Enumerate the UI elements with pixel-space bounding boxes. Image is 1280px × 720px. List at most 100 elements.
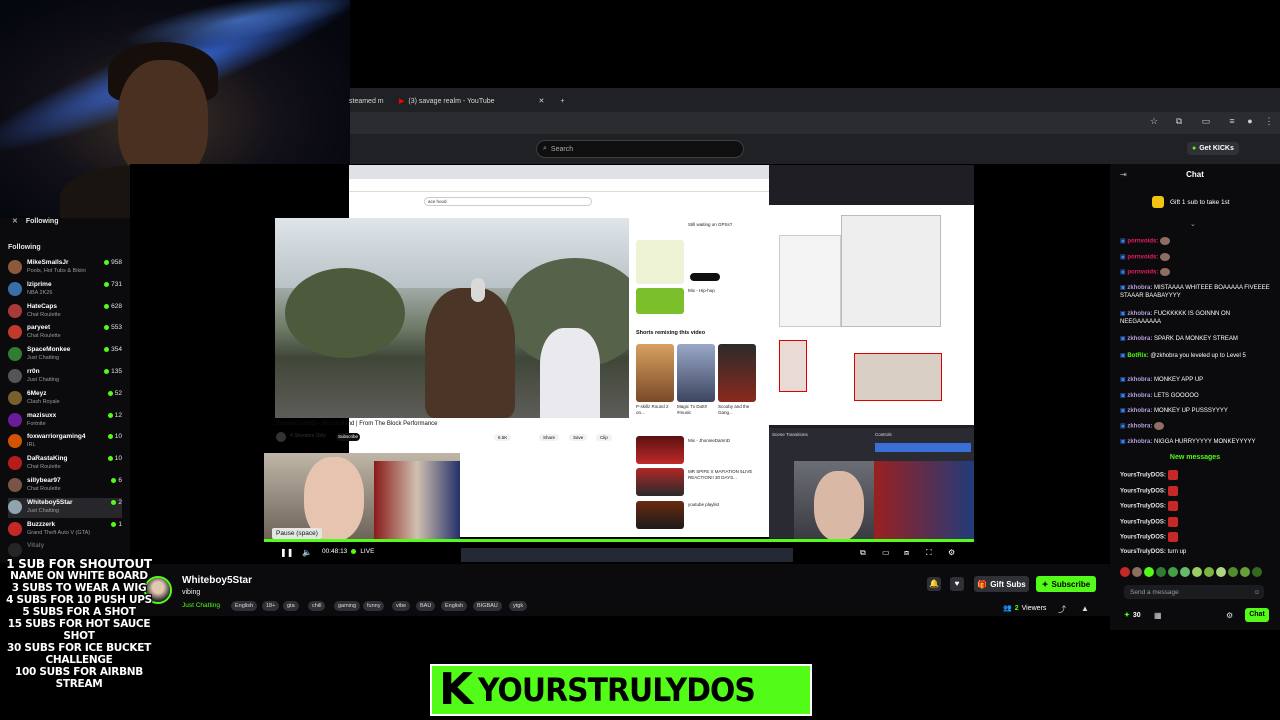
tag-pill[interactable]: funny — [363, 601, 385, 611]
stream-category[interactable]: Just Chatting — [182, 602, 220, 609]
emote-icon[interactable] — [1216, 567, 1226, 577]
chat-username[interactable]: zkhobra: — [1127, 393, 1152, 399]
sidebar-item[interactable]: rr0n Just Chatting 135 — [8, 367, 122, 387]
tag-pill[interactable]: gta — [283, 601, 299, 611]
browser-tab-youtube[interactable]: ▶ (3) savage realm - YouTube ✕ + — [399, 94, 564, 108]
tag-pill[interactable]: BAU — [416, 601, 436, 611]
emote-icon[interactable] — [1228, 567, 1238, 577]
chat-username[interactable]: zkhobra: — [1127, 439, 1152, 445]
sidebar-item[interactable]: foxwarriorgaming4 IRL 10 — [8, 432, 122, 452]
viewer-count: 52 — [107, 390, 122, 397]
sidebar-item[interactable]: MikeSmallsJr Pools, Hot Tubs & Bikini 958 — [8, 258, 122, 278]
menu-icon[interactable]: ≡ — [1227, 116, 1237, 126]
emote-icon[interactable] — [1180, 567, 1190, 577]
chat-username[interactable]: zkhobra: — [1127, 285, 1152, 291]
sidebar-item[interactable]: Iziprime NBA 2K26 731 — [8, 280, 122, 300]
emote-icon[interactable] — [1252, 567, 1262, 577]
channel-points[interactable]: ✦ 30 — [1124, 611, 1141, 620]
chat-username[interactable]: zkhobra: — [1127, 408, 1152, 414]
chat-username[interactable]: zkhobra: — [1127, 336, 1152, 342]
emote-icon[interactable] — [1120, 567, 1130, 577]
chat-settings-icon[interactable]: ⚙ — [1226, 611, 1233, 620]
channel-name[interactable]: Whiteboy5Star — [182, 575, 252, 586]
tag-pill[interactable]: English — [441, 601, 468, 611]
extension-icon[interactable]: ⧉ — [1174, 116, 1184, 126]
heart-icon[interactable]: ♥ — [950, 577, 964, 591]
tag-pill[interactable]: ytgk — [509, 601, 528, 611]
chat-username[interactable]: YoursTrulyDOS: — [1120, 488, 1166, 494]
sidebar-item[interactable]: paryeet Chat Roulette 553 — [8, 323, 122, 343]
goal-line: name on white board — [10, 570, 148, 582]
chat-username[interactable]: YoursTrulyDOS: — [1120, 473, 1166, 479]
chat-username[interactable]: YoursTrulyDOS: — [1120, 504, 1166, 510]
screen-icon[interactable]: ▭ — [1201, 116, 1211, 126]
emote-icon[interactable] — [1132, 567, 1142, 577]
captured-url-bar — [349, 179, 769, 192]
clip-icon[interactable]: ⧉ — [860, 548, 866, 558]
theater-icon[interactable]: ▭ — [882, 548, 890, 557]
tag-pill[interactable]: English — [231, 601, 258, 611]
badge-icon: ▣ — [1120, 408, 1126, 414]
star-icon[interactable]: ☆ — [1149, 116, 1159, 126]
chat-username[interactable]: YoursTrulyDOS: — [1120, 535, 1166, 541]
chat-send-button[interactable]: Chat — [1245, 608, 1269, 622]
emoji-icon[interactable]: ☺ — [1253, 589, 1260, 596]
settings-icon[interactable]: ⚙ — [948, 548, 955, 557]
chat-username[interactable]: pornvoids: — [1127, 255, 1158, 261]
subscribe-button[interactable]: ✦ Subscribe — [1036, 576, 1096, 592]
new-tab-icon[interactable]: + — [560, 98, 564, 105]
tag-pill[interactable]: BIGBAU — [473, 601, 502, 611]
more-icon[interactable]: ⋮ — [1264, 116, 1274, 126]
volume-icon[interactable]: 🔈 — [302, 548, 312, 557]
tag-pill[interactable]: chill — [308, 601, 326, 611]
chat-username[interactable]: zkhobra: — [1127, 424, 1152, 430]
emote-icon[interactable] — [1168, 567, 1178, 577]
gift-subs-button[interactable]: 🎁 Gift Subs — [974, 576, 1029, 592]
search-input[interactable]: ⌕ Search — [536, 140, 744, 158]
browser-tab[interactable]: steamed m — [349, 94, 384, 108]
emote-icon[interactable] — [1204, 567, 1214, 577]
pause-icon[interactable]: ❚❚ — [280, 548, 293, 557]
tag-pill[interactable]: gaming — [334, 601, 361, 611]
chat-username[interactable]: YoursTrulyDOS: — [1120, 519, 1166, 525]
chat-username[interactable]: pornvoids: — [1127, 270, 1158, 276]
calendar-icon[interactable]: ▦ — [1154, 611, 1162, 620]
sidebar-item[interactable]: sillybear97 Chat Roulette 6 — [8, 476, 122, 496]
sidebar-collapse[interactable]: ✕ Following — [12, 217, 59, 225]
fullscreen-icon[interactable]: ⛶ — [926, 548, 932, 558]
get-kicks-button[interactable]: ● Get KICKs — [1187, 142, 1239, 155]
new-messages-divider[interactable]: New messages — [1110, 454, 1280, 461]
chat-message: ▣ BotRix: @zkhobra you leveled up to Lev… — [1120, 352, 1272, 360]
chat-username[interactable]: zkhobra: — [1127, 311, 1152, 317]
gift-sub-banner[interactable]: Gift 1 sub to take 1st — [1152, 196, 1230, 208]
close-tab-icon[interactable]: ✕ — [539, 97, 545, 105]
chat-username[interactable]: YoursTrulyDOS: — [1120, 549, 1166, 555]
save-pill: Save — [569, 434, 588, 441]
time-display: 00:48:13 LIVE — [322, 548, 375, 555]
tag-pill[interactable]: vibe — [392, 601, 411, 611]
emote-icon[interactable] — [1192, 567, 1202, 577]
sidebar-item[interactable]: Whiteboy5Star Just Chatting 2 — [8, 497, 122, 518]
share-icon[interactable]: ⤴ — [1058, 604, 1066, 615]
chat-username[interactable]: zkhobra: — [1127, 377, 1152, 383]
sidebar-item[interactable]: 6Meyz Clash Royale 52 — [8, 389, 122, 409]
emote-icon[interactable] — [1144, 567, 1154, 577]
emote-icon[interactable] — [1156, 567, 1166, 577]
sidebar-item[interactable]: HateCaps Chat Roulette 628 — [8, 302, 122, 322]
chat-text: SPARK DA MONKEY STREAM — [1154, 336, 1238, 342]
emote-icon[interactable] — [1240, 567, 1250, 577]
report-icon[interactable]: ▲ — [1081, 604, 1089, 613]
sidebar-item[interactable]: DaRastaKing Chat Roulette 10 — [8, 454, 122, 474]
chat-username[interactable]: pornvoids: — [1127, 239, 1158, 245]
expand-icon[interactable]: ⌄ — [1190, 220, 1196, 228]
pip-icon[interactable]: ⧈ — [904, 548, 909, 558]
sidebar-item[interactable]: Buzzzerk Grand Theft Auto V (GTA) 1 — [8, 520, 122, 540]
tag-pill[interactable]: 18+ — [262, 601, 280, 611]
sidebar-item[interactable]: SpaceMonkee Just Chatting 354 — [8, 345, 122, 365]
chat-username[interactable]: BotRix: — [1127, 353, 1148, 359]
sidebar-item[interactable]: mazisuxx Fortnite 12 — [8, 411, 122, 431]
sidebar-item-category: Chat Roulette — [27, 464, 61, 471]
bell-icon[interactable]: 🔔 — [927, 577, 941, 591]
chat-input[interactable]: Send a message ☺ — [1124, 585, 1264, 599]
profile-icon[interactable]: ● — [1245, 116, 1255, 126]
